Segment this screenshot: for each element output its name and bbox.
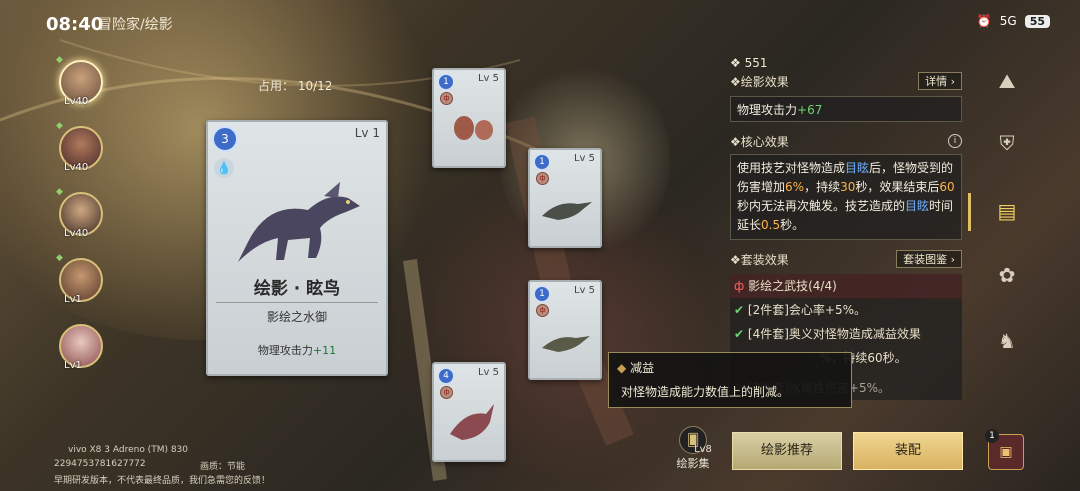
set-bonus-row: ✔ [2件套]会心率+5%。 [734,303,866,317]
creature-illustration [542,202,592,220]
character-portrait[interactable]: ◆ Lv1 [56,253,106,322]
set-bonus-row: ✔ [4件套]奥义对怪物造成减益效果 [734,327,921,341]
status-icons: ⏰ 5G 55 [977,14,1050,28]
device-info: vivo X8 3 Adreno (TM) 830 [68,445,189,455]
set-catalog-button[interactable]: 套装图鉴 › [896,250,962,268]
slot-card[interactable]: 4 Lv 5 ф [432,362,506,462]
set-effect-title: 套装效果 [740,252,789,267]
element-icon: ф [536,304,549,317]
character-portrait[interactable]: ◆ Lv40 [56,121,106,190]
chest-count: 1 [985,429,999,443]
network-label: 5G [999,14,1017,28]
card-level: Lv 5 [477,367,499,378]
tooltip-title: ◆ 减益 [617,361,655,375]
shadow-effect-title: 绘影效果 [740,74,789,89]
gallery-button[interactable]: 🂠 Lv8 绘影集 [670,426,716,472]
character-level: Lv40 [64,228,89,239]
effects-panel: ❖ 551 ❖绘影效果 详情 › 物理攻击力+67 ❖核心效果 i 使用技艺对怪… [730,56,962,400]
mountain-icon[interactable]: ⛰ [990,64,1024,98]
device-id: 2294753781627772 [54,459,146,469]
slot-card[interactable]: 1 Lv 5 ф [528,280,602,380]
slot-card[interactable]: 1 Lv 5 ф [432,68,506,168]
character-portrait[interactable]: ◆ Lv40 [56,55,106,124]
score-icon: ❖ [730,56,741,70]
card-level: Lv 5 [573,285,595,296]
gem-icon: ◆ [56,55,63,65]
quality-label: 画质：节能 [200,462,246,472]
recommend-button[interactable]: 绘影推荐 [732,432,842,470]
rarity-badge: 1 [438,74,454,90]
core-effect-text: 使用技艺对怪物造成目眩后，怪物受到的伤害增加6%，持续30秒，效果结束后60秒内… [730,154,962,240]
creature-illustration [542,336,590,352]
diamond-icon: ❖ [730,252,741,267]
chest-button[interactable]: 1 ▣ [985,429,1024,470]
card-icon[interactable]: ▤ [990,194,1024,228]
info-icon[interactable]: i [948,134,962,148]
gallery-label: 绘影集 [676,457,710,470]
disclaimer-text: 早期研发版本，不代表最终品质，我们急需您的反馈！ [54,476,271,486]
main-shadow-card[interactable]: 3 Lv 1 💧 绘影 · 眩鸟 影绘之水御 物理攻击力+11 [206,120,388,376]
check-icon: ✔ [734,303,745,317]
details-button[interactable]: 详情 › [918,72,962,90]
slot-card[interactable]: 1 Lv 5 ф [528,148,602,248]
score-row: ❖ 551 [730,56,962,70]
battery-indicator: 55 [1024,14,1050,28]
character-level: Lv40 [64,96,89,107]
figure-icon[interactable]: ♞ [990,324,1024,358]
breadcrumb[interactable]: 冒险家/绘影 [98,14,173,34]
raptor-illustration [238,182,360,262]
diamond-icon: ❖ [730,74,741,89]
armor-icon[interactable]: ⛨ [990,126,1024,160]
chest-icon: ▣ [999,444,1013,460]
gem-icon: ◆ [56,121,63,131]
set-icon: ф [734,279,745,293]
shadow-effect-header: ❖绘影效果 详情 › [730,70,962,92]
character-list: ◆ Lv40 ◆ Lv40 ◆ Lv40 ◆ Lv1 Lv1 [56,55,106,388]
card-name: 绘影 · 眩鸟 [253,279,341,299]
character-portrait[interactable]: Lv1 [56,322,106,388]
gem-icon: ◆ [56,253,63,263]
set-name-row: ф 影绘之武技(4/4) [730,274,962,298]
equip-button[interactable]: 装配 [853,432,963,470]
card-level: Lv 1 [354,126,380,140]
set-effect-header: ❖套装效果 套装图鉴 › [730,248,962,270]
occupancy-text: 占用： 10/12 [258,79,333,93]
card-set-name: 影绘之水御 [266,310,327,324]
shadow-effect-box: 物理攻击力+67 [730,96,962,122]
character-level: Lv40 [64,162,89,173]
rarity-badge: 3 [212,126,238,152]
card-level: Lv 5 [477,73,499,84]
card-level: Lv 5 [573,153,595,164]
card-stat: 物理攻击力+11 [257,344,337,357]
tooltip-body: 对怪物造成能力数值上的削减。 [621,385,790,399]
character-level: Lv1 [64,294,82,305]
rarity-badge: 4 [438,368,454,384]
status-time: 08:40 [46,14,104,35]
character-portrait[interactable]: ◆ Lv40 [56,187,106,256]
element-icon: ф [536,172,549,185]
character-level: Lv1 [64,360,82,371]
score-value: 551 [744,56,768,70]
creature-illustration [450,404,494,440]
alarm-icon: ⏰ [976,14,992,28]
core-effect-header: ❖核心效果 i [730,130,962,152]
check-icon: ✔ [734,327,745,341]
pawprint-icon[interactable]: ✿ [990,258,1024,292]
diamond-icon: ❖ [730,134,741,149]
debuff-tooltip: ◆ 减益 对怪物造成能力数值上的削减。 [608,352,852,408]
rarity-badge: 1 [534,154,550,170]
nav-active-indicator [968,193,971,231]
rarity-badge: 1 [534,286,550,302]
creature-illustration [454,116,493,140]
gem-icon: ◆ [56,187,63,197]
core-effect-title: 核心效果 [740,134,789,149]
